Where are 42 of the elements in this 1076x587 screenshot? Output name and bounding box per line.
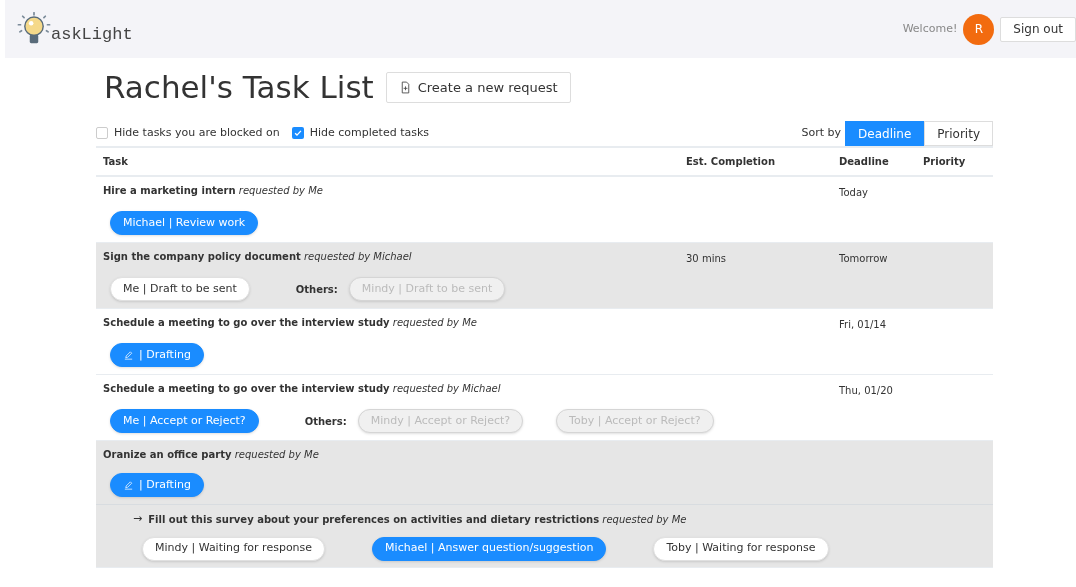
- deadline-text: Today: [839, 187, 868, 198]
- task-title: Schedule a meeting to go over the interview study requested by Me: [102, 316, 478, 330]
- user-avatar[interactable]: R: [963, 13, 995, 45]
- column-header: Est. Completion: [685, 155, 777, 169]
- others-label: Others:: [295, 282, 338, 297]
- column-header: Task: [102, 155, 129, 169]
- deadline-text: Tomorrow: [839, 253, 888, 264]
- deadline-text: Thu, 01/20: [839, 385, 893, 396]
- column-header: Deadline: [838, 155, 890, 169]
- others-label: Others:: [304, 414, 347, 429]
- logo-text: askLight: [51, 26, 133, 43]
- pencil-icon: [123, 479, 134, 491]
- status-pill[interactable]: Toby | Waiting for response: [653, 536, 829, 561]
- pencil-icon: [123, 349, 134, 361]
- estimate-text: 30 mins: [686, 253, 726, 264]
- task-title: Oranize an office party requested by Me: [102, 448, 320, 462]
- subtask-title: Fill out this survey about your preferences on activities and dietary restrictions requested by Me: [148, 512, 687, 527]
- status-pill[interactable]: Me | Accept or Reject?: [110, 409, 259, 433]
- sign-out-button[interactable]: Sign out: [1000, 16, 1076, 42]
- deadline-text: Fri, 01/14: [839, 319, 887, 330]
- status-pill[interactable]: Michael | Review work: [110, 211, 259, 235]
- status-pill[interactable]: | Drafting: [110, 343, 204, 367]
- sort-label: Sort by: [801, 125, 842, 142]
- status-pill[interactable]: | Drafting: [110, 473, 204, 497]
- welcome-text: Welcome!: [902, 20, 958, 37]
- lightbulb-logo-icon: [17, 12, 51, 46]
- create-request-button[interactable]: Create a new request: [385, 72, 571, 103]
- checkbox-label: Hide completed tasks: [309, 124, 430, 141]
- arrow-text: →: [133, 511, 143, 527]
- sort-tab[interactable]: Deadline: [845, 121, 925, 146]
- task-title: Schedule a meeting to go over the interview study requested by Michael: [102, 382, 502, 396]
- checkbox[interactable]: [291, 126, 304, 139]
- checkbox[interactable]: [96, 126, 108, 139]
- sort-tab[interactable]: Priority: [924, 121, 993, 146]
- task-title: Sign the company policy document requested by Michael: [102, 250, 413, 264]
- status-pill[interactable]: Michael | Answer question/suggestion: [372, 536, 607, 561]
- task-title: Hire a marketing intern requested by Me: [102, 184, 324, 198]
- checkbox-label: Hide tasks you are blocked on: [114, 124, 280, 141]
- status-pill[interactable]: Me | Draft to be sent: [110, 277, 250, 301]
- column-header: Priority: [922, 155, 967, 169]
- page-title: Rachel's Task List: [104, 72, 374, 103]
- status-pill[interactable]: Mindy | Waiting for response: [142, 536, 326, 561]
